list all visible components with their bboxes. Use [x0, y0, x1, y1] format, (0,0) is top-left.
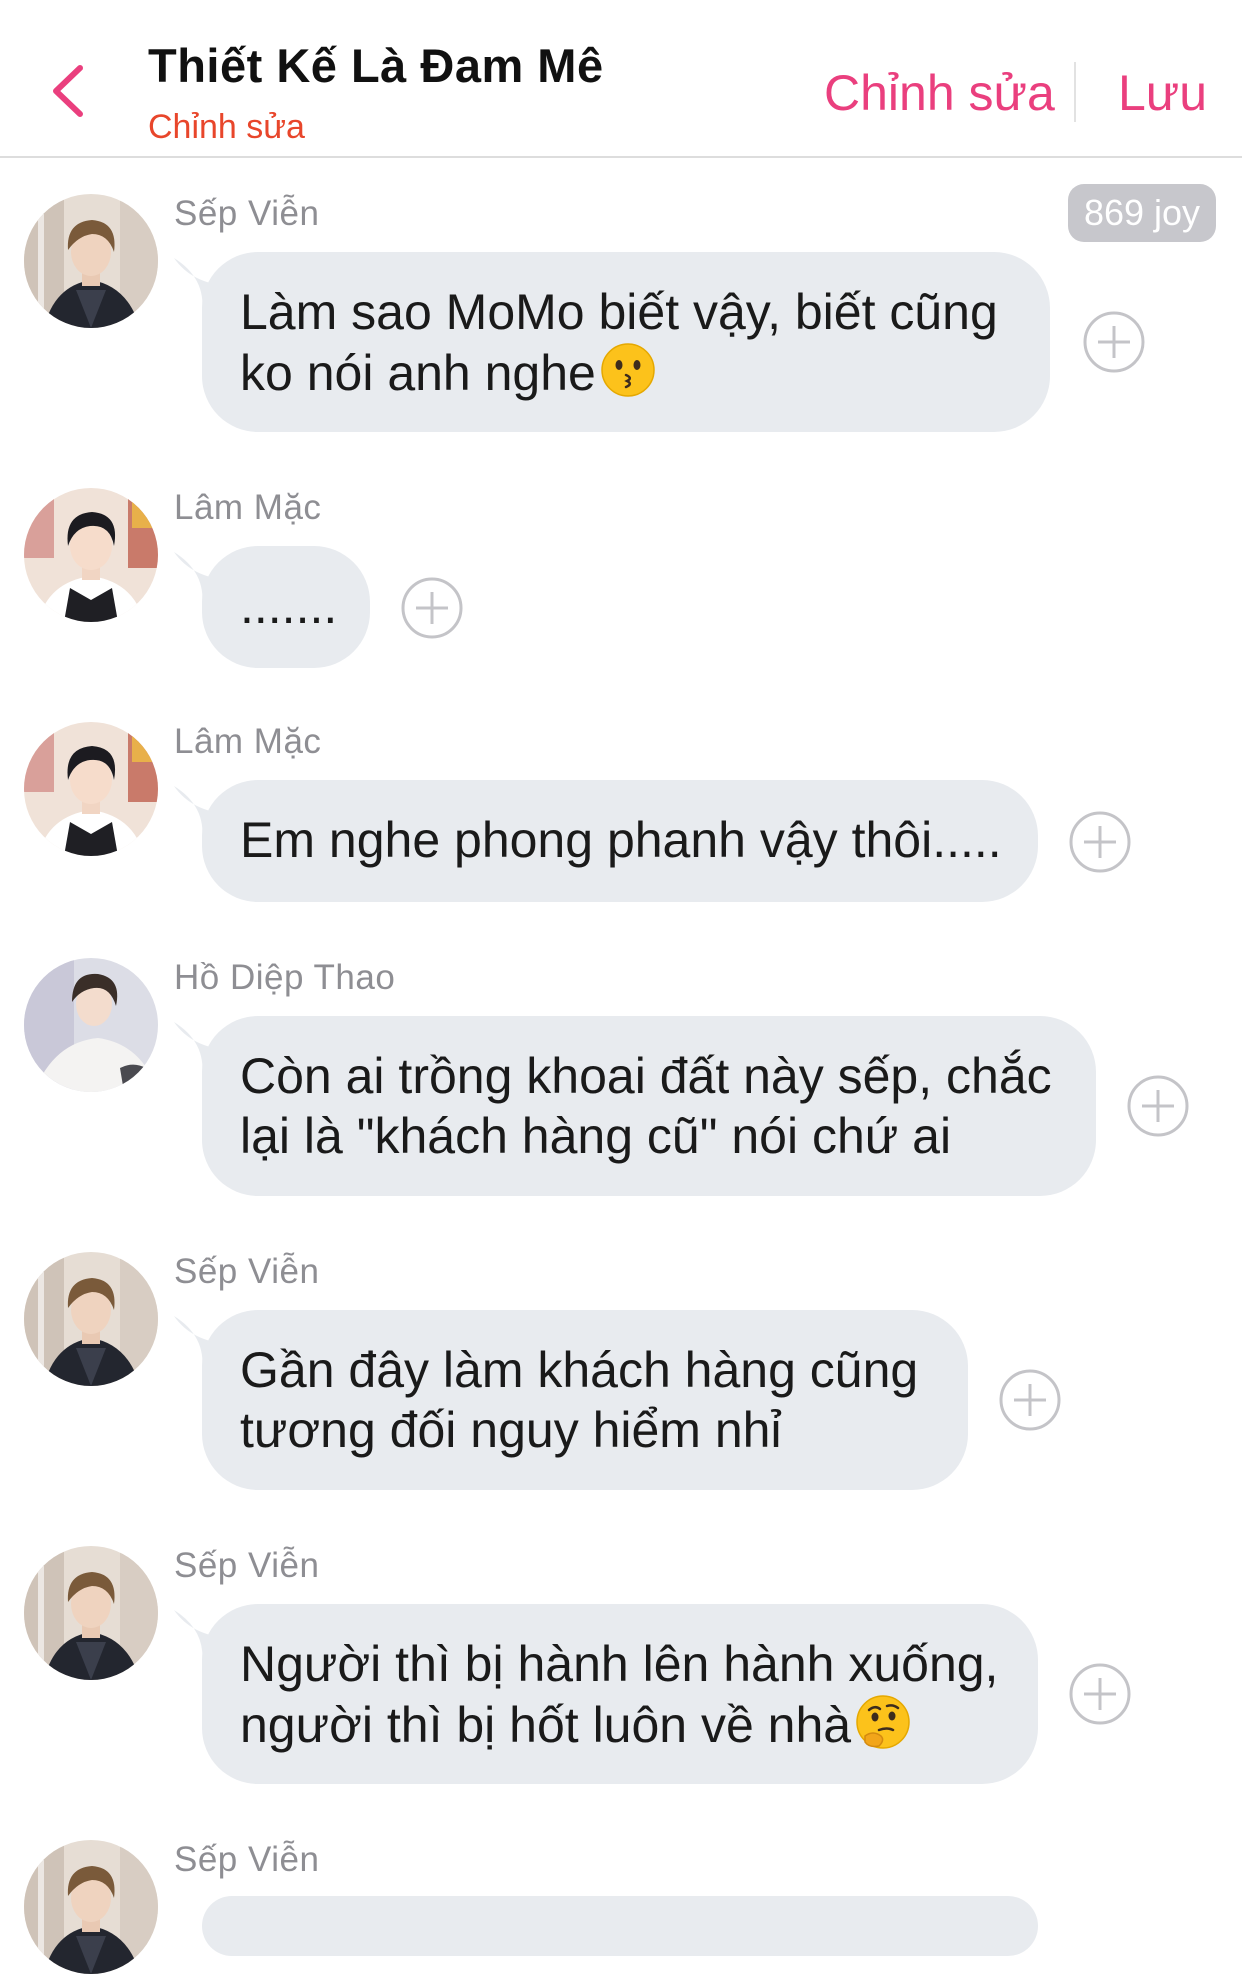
message-text-line: ko nói anh nghe — [240, 345, 596, 401]
avatar[interactable] — [24, 1252, 158, 1386]
avatar[interactable] — [24, 194, 158, 328]
save-button[interactable]: Lưu — [1118, 64, 1207, 122]
avatar[interactable] — [24, 1546, 158, 1680]
message-text-line: lại là "khách hàng cũ" nói chứ ai — [240, 1108, 952, 1164]
avatar[interactable] — [24, 488, 158, 622]
add-reaction-button[interactable] — [1082, 310, 1146, 374]
edit-button[interactable]: Chỉnh sửa — [824, 64, 1055, 122]
plus-circle-icon — [400, 576, 464, 640]
add-reaction-button[interactable] — [998, 1368, 1062, 1432]
message-text-line: ....... — [240, 578, 338, 634]
sender-name: Sếp Viễn — [174, 1546, 320, 1585]
chevron-left-icon — [53, 65, 83, 117]
plus-circle-icon — [1082, 310, 1146, 374]
sender-name: Lâm Mặc — [174, 488, 322, 527]
avatar[interactable] — [24, 1840, 158, 1974]
message-text-line: Làm sao MoMo biết vậy, biết cũng — [240, 284, 998, 340]
message-text-line: tương đối nguy hiểm nhỉ — [240, 1402, 782, 1458]
sender-name: Sếp Viễn — [174, 1252, 320, 1291]
joy-badge: 869 joy — [1068, 184, 1216, 242]
message-bubble[interactable]: ....... — [202, 546, 370, 668]
message-text-line: Em nghe phong phanh vậy thôi..... — [240, 812, 1002, 868]
avatar[interactable] — [24, 722, 158, 856]
avatar[interactable] — [24, 958, 158, 1092]
message-text-line: người thì bị hốt luôn về nhà — [240, 1697, 852, 1753]
message-bubble[interactable]: Người thì bị hành lên hành xuống, người … — [202, 1604, 1038, 1784]
message-bubble[interactable]: Còn ai trồng khoai đất này sếp, chắc lại… — [202, 1016, 1096, 1196]
chat-header: Thiết Kế Là Đam Mê Chỉnh sửa Chỉnh sửa L… — [0, 0, 1242, 158]
plus-circle-icon — [1068, 810, 1132, 874]
chat-subtitle: Chỉnh sửa — [148, 108, 305, 146]
add-reaction-button[interactable] — [400, 576, 464, 640]
plus-circle-icon — [1068, 1662, 1132, 1726]
add-reaction-button[interactable] — [1068, 1662, 1132, 1726]
header-divider — [1074, 62, 1076, 122]
message-bubble[interactable]: Em nghe phong phanh vậy thôi..... — [202, 780, 1038, 902]
message-text-line: Gần đây làm khách hàng cũng — [240, 1342, 919, 1398]
sender-name: Lâm Mặc — [174, 722, 322, 761]
add-reaction-button[interactable] — [1126, 1074, 1190, 1138]
message-text-line: Người thì bị hành lên hành xuống, — [240, 1636, 999, 1692]
sender-name: Sếp Viễn — [174, 1840, 320, 1879]
add-reaction-button[interactable] — [1068, 810, 1132, 874]
chat-title: Thiết Kế Là Đam Mê — [148, 39, 604, 92]
message-text-line: Còn ai trồng khoai đất này sếp, chắc — [240, 1048, 1052, 1104]
plus-circle-icon — [1126, 1074, 1190, 1138]
message-bubble[interactable] — [202, 1896, 1038, 1956]
sender-name: Sếp Viễn — [174, 194, 320, 233]
kissing-face-emoji-icon — [600, 342, 656, 398]
back-button[interactable] — [44, 62, 92, 120]
plus-circle-icon — [998, 1368, 1062, 1432]
message-bubble[interactable]: Làm sao MoMo biết vậy, biết cũng ko nói … — [202, 252, 1050, 432]
message-bubble[interactable]: Gần đây làm khách hàng cũng tương đối ng… — [202, 1310, 968, 1490]
sender-name: Hồ Diệp Thao — [174, 958, 396, 997]
thinking-face-emoji-icon — [855, 1694, 911, 1750]
